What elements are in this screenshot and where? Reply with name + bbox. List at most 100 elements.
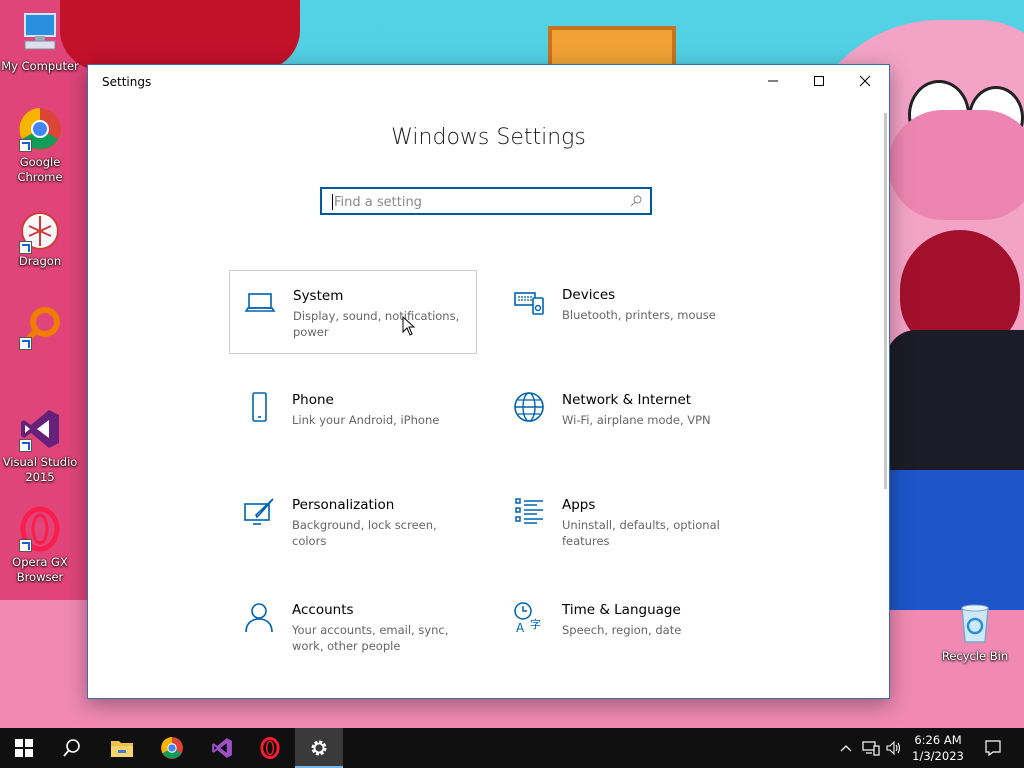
taskbar-file-explorer[interactable] (98, 728, 146, 768)
desktop-icon-dragon[interactable]: Dragon (0, 208, 80, 269)
network-tray-button[interactable] (860, 728, 882, 768)
search-icon (63, 739, 80, 757)
shortcut-arrow-icon (19, 337, 32, 350)
minimize-button[interactable] (750, 65, 796, 97)
tile-title: Apps (562, 497, 596, 513)
laptop-icon (244, 293, 276, 312)
visual-studio-icon (17, 406, 63, 452)
tile-title: System (293, 288, 344, 304)
taskbar: 6:26 AM 1/3/2023 (0, 728, 1024, 768)
clock-time: 6:26 AM (914, 733, 962, 747)
notification-icon (985, 740, 1001, 756)
network-icon (862, 741, 880, 756)
desktop-icon-label: Visual Studio 2015 (2, 455, 78, 484)
tile-apps[interactable]: Apps Uninstall, defaults, optional featu… (499, 480, 747, 564)
taskbar-chrome[interactable] (148, 728, 196, 768)
taskbar-clock[interactable]: 6:26 AM 1/3/2023 (908, 732, 968, 764)
tile-phone[interactable]: Phone Link your Android, iPhone (229, 375, 477, 459)
shortcut-arrow-icon (19, 539, 32, 552)
start-button[interactable] (0, 728, 48, 768)
recycle-bin-icon (952, 600, 998, 646)
desktop-icon-google-chrome[interactable]: Google Chrome (0, 106, 80, 185)
wallpaper-pig-snout (888, 110, 1024, 220)
tile-description: Bluetooth, printers, mouse (562, 308, 716, 322)
computer-icon (17, 10, 63, 56)
tile-time-language[interactable]: A 字 Time & Language Speech, region, date (499, 585, 747, 669)
file-explorer-icon (111, 741, 133, 757)
globe-icon (514, 392, 544, 422)
taskbar-search-button[interactable] (48, 728, 96, 768)
volume-icon (886, 741, 901, 755)
window-titlebar[interactable]: Settings (88, 65, 889, 99)
desktop-icon-label: Dragon (18, 254, 62, 268)
window-title: Settings (102, 75, 152, 89)
tile-description: Wi-Fi, airplane mode, VPN (562, 413, 711, 427)
maximize-icon (814, 76, 824, 86)
wallpaper-suit (886, 330, 1024, 470)
tile-title: Network & Internet (562, 392, 692, 408)
tile-title: Devices (562, 287, 616, 303)
wallpaper-curtain (60, 0, 300, 70)
text-caret (332, 194, 333, 210)
tile-accounts[interactable]: Accounts Your accounts, email, sync, wor… (229, 585, 477, 669)
close-button[interactable] (842, 65, 888, 97)
dragon-icon (17, 208, 63, 254)
show-hidden-icons-button[interactable] (838, 728, 854, 768)
page-title: Windows Settings (391, 125, 586, 150)
search-input[interactable] (332, 192, 626, 212)
opera-icon (260, 737, 280, 759)
chrome-icon (17, 106, 63, 152)
tile-personalization[interactable]: Personalization Background, lock screen,… (229, 480, 477, 564)
minimize-icon (768, 80, 778, 82)
desktop-icon-recycle-bin[interactable]: Recycle Bin (935, 600, 1015, 664)
desktop-icon-my-computer[interactable]: My Computer (0, 10, 80, 74)
person-icon (245, 603, 273, 633)
desktop-icon-label: Google Chrome (17, 155, 63, 184)
volume-tray-button[interactable] (884, 728, 904, 768)
apps-list-icon (515, 498, 543, 524)
taskbar-settings[interactable] (295, 728, 343, 768)
settings-window: Settings Windows Settings System Display… (87, 64, 890, 699)
vertical-scrollbar[interactable] (884, 113, 887, 489)
desktop-icon-label: Recycle Bin (941, 649, 1009, 663)
chevron-up-icon (840, 745, 852, 752)
start-icon (15, 739, 33, 757)
desktop-icon-label: My Computer (1, 59, 79, 73)
tile-description: Background, lock screen, colors (292, 518, 437, 548)
tile-description: Speech, region, date (562, 623, 682, 637)
taskbar-visual-studio[interactable] (198, 728, 246, 768)
tile-title: Phone (292, 392, 334, 408)
shortcut-arrow-icon (19, 139, 32, 152)
settings-gear-icon (311, 740, 327, 756)
devices-icon (514, 292, 544, 315)
taskbar-opera[interactable] (246, 728, 294, 768)
shortcut-arrow-icon (19, 241, 32, 254)
wallpaper-blue-panel (888, 470, 1024, 610)
tile-system[interactable]: System Display, sound, notifications, po… (229, 270, 477, 354)
action-center-button[interactable] (978, 728, 1008, 768)
maximize-button[interactable] (796, 65, 842, 97)
search-app-icon (17, 304, 63, 350)
time-language-icon: A 字 (514, 602, 541, 633)
tile-description: Display, sound, notifications, power (293, 309, 460, 339)
search-box[interactable] (320, 187, 652, 215)
close-icon (859, 75, 871, 87)
visual-studio-icon (212, 738, 232, 758)
opera-gx-icon (17, 506, 63, 552)
desktop-icon-visual-studio[interactable]: Visual Studio 2015 (0, 406, 80, 485)
desktop-icon-label: Opera GX Browser (12, 555, 68, 584)
tile-network-internet[interactable]: Network & Internet Wi-Fi, airplane mode,… (499, 375, 747, 459)
tile-description: Your accounts, email, sync, work, other … (292, 623, 449, 653)
tile-devices[interactable]: Devices Bluetooth, printers, mouse (499, 270, 747, 354)
search-icon (630, 195, 642, 207)
svg-text:字: 字 (530, 617, 541, 631)
desktop-icon-search-app[interactable] (0, 304, 80, 353)
shortcut-arrow-icon (19, 439, 32, 452)
svg-text:A: A (516, 621, 525, 633)
desktop-icon-opera-gx[interactable]: Opera GX Browser (0, 506, 80, 585)
clock-date: 1/3/2023 (912, 749, 964, 763)
mouse-cursor-icon (402, 316, 416, 336)
personalization-icon (244, 498, 274, 525)
tile-title: Time & Language (562, 602, 681, 618)
tile-description: Uninstall, defaults, optional features (562, 518, 720, 548)
